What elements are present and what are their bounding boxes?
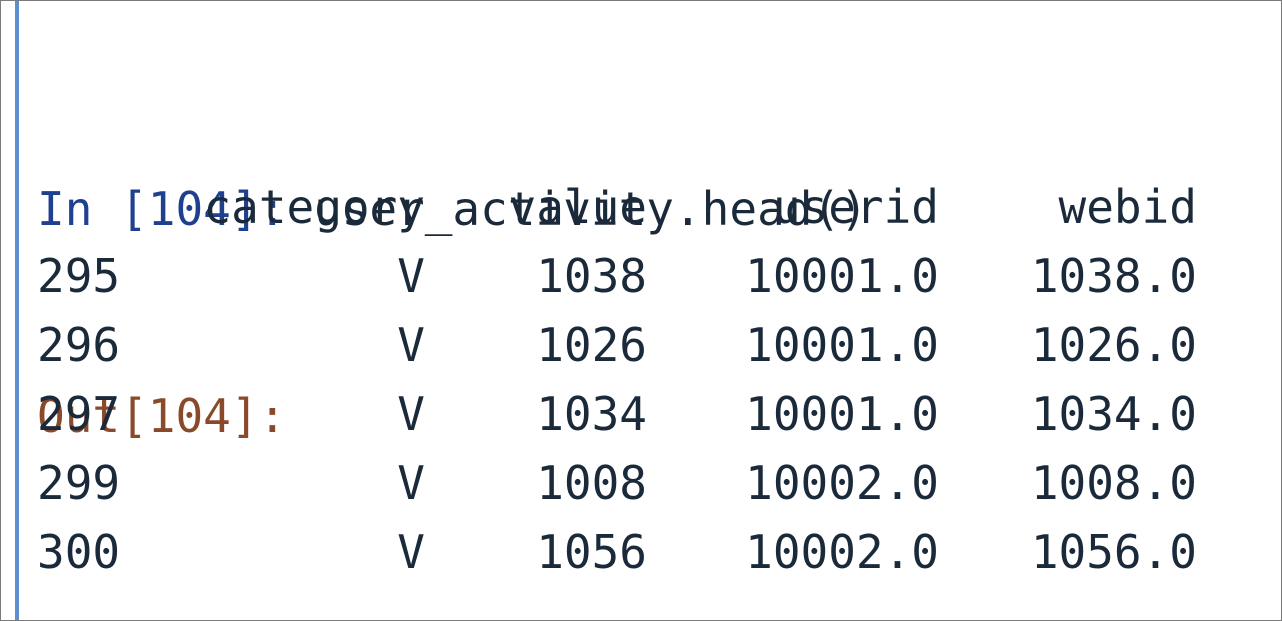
column-header-value: value (508, 180, 647, 234)
table-header-row: category value userid webid (37, 173, 1237, 242)
table-row: 297 V 1034 10001.0 1034.0 (37, 380, 1237, 449)
cell-userid: 10001.0 (745, 318, 939, 372)
cell-category: V (397, 318, 425, 372)
cell-category: V (397, 456, 425, 510)
column-header-webid: webid (1058, 180, 1197, 234)
cell-value: 1038 (536, 249, 647, 303)
cell-webid: 1056.0 (1030, 525, 1197, 579)
cell-userid: 10001.0 (745, 387, 939, 441)
row-index: 297 (37, 387, 121, 441)
cell-value: 1008 (536, 456, 647, 510)
cell-userid: 10002.0 (745, 525, 939, 579)
cell-webid: 1026.0 (1030, 318, 1197, 372)
cell-webid: 1034.0 (1030, 387, 1197, 441)
table-row: 295 V 1038 10001.0 1038.0 (37, 242, 1237, 311)
cell-category: V (397, 525, 425, 579)
table-row: 296 V 1026 10001.0 1026.0 (37, 311, 1237, 380)
row-index: 299 (37, 456, 121, 510)
row-index: 295 (37, 249, 121, 303)
cell-webid: 1038.0 (1030, 249, 1197, 303)
cell-value: 1026 (536, 318, 647, 372)
cell-selection-bar (15, 1, 19, 620)
cell-webid: 1008.0 (1030, 456, 1197, 510)
table-row: 299 V 1008 10002.0 1008.0 (37, 449, 1237, 518)
column-header-category: category (203, 180, 425, 234)
table-row: 300 V 1056 10002.0 1056.0 (37, 518, 1237, 587)
notebook-cell: In [104]: user_activity.head() Out[104]:… (0, 0, 1282, 621)
cell-userid: 10002.0 (745, 456, 939, 510)
cell-value: 1034 (536, 387, 647, 441)
row-index: 296 (37, 318, 121, 372)
cell-value: 1056 (536, 525, 647, 579)
cell-userid: 10001.0 (745, 249, 939, 303)
cell-category: V (397, 249, 425, 303)
cell-category: V (397, 387, 425, 441)
column-header-userid: userid (772, 180, 939, 234)
dataframe-output: category value userid webid 295 V 1038 1… (37, 173, 1237, 587)
row-index: 300 (37, 525, 121, 579)
